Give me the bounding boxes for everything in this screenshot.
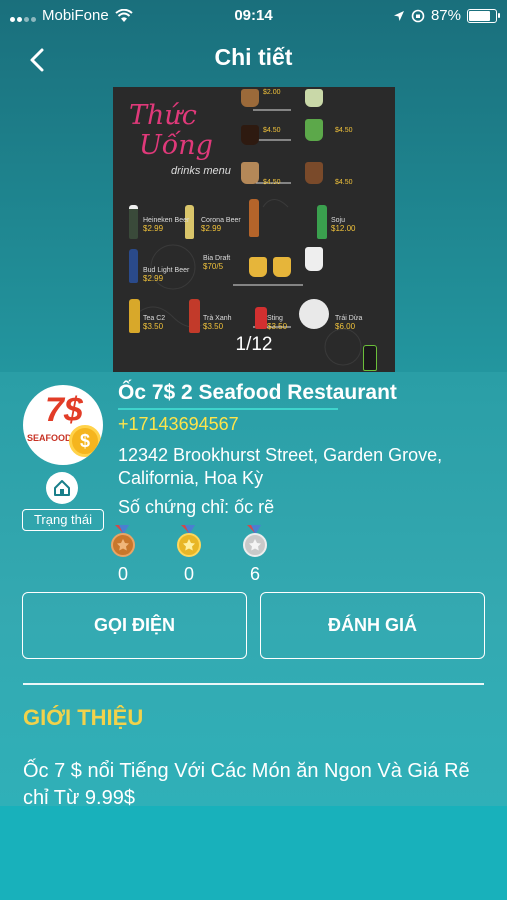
price-tag: $4.50 <box>263 127 281 134</box>
gallery-page-counter: 1/12 <box>235 334 273 355</box>
menu-title: Thức Uống <box>129 101 213 161</box>
coin-icon: $ <box>69 425 101 457</box>
menu-item: Trái Dừa $6.00 <box>335 315 363 331</box>
beer-bottle <box>249 199 259 237</box>
section-divider <box>23 683 484 685</box>
drink-cup <box>241 89 259 107</box>
drink-cup <box>241 125 259 145</box>
coconut-drink <box>299 299 329 329</box>
menu-item: Sting $3.50 <box>267 315 288 331</box>
gold-medal-icon <box>177 525 201 557</box>
home-button[interactable] <box>46 472 78 504</box>
certificate-number: Số chứng chỉ: ốc rẽ <box>118 497 275 517</box>
logo-text: 7$ <box>45 391 83 429</box>
restaurant-address: 12342 Brookhurst Street, Garden Grove, C… <box>118 445 443 488</box>
review-button[interactable]: ĐÁNH GIÁ <box>260 592 485 659</box>
silver-medal-icon <box>243 525 267 557</box>
menu-title-line1: Thức <box>129 100 197 131</box>
page-title: Chi tiết <box>214 44 293 70</box>
restaurant-phone[interactable]: +17143694567 <box>118 414 239 435</box>
bronze-medal-icon <box>111 525 135 557</box>
menu-subtitle: drinks menu <box>171 165 231 177</box>
beer-bottle <box>129 205 138 239</box>
status-bar: MobiFone 09:14 87% <box>0 0 507 32</box>
menu-title-line2: Uống <box>139 130 213 161</box>
menu-item: Trà Xanh $3.50 <box>203 315 232 331</box>
battery-fill <box>469 10 490 21</box>
home-icon <box>54 480 70 496</box>
rotation-lock-icon <box>411 9 425 22</box>
drink-can <box>255 307 267 329</box>
call-button[interactable]: GỌI ĐIỆN <box>22 592 247 659</box>
intro-text: Ốc 7 $ nổi Tiếng Với Các Món ăn Ngon Và … <box>23 760 470 809</box>
drink-cup <box>241 162 259 184</box>
gold-medal-count: 0 <box>183 564 194 584</box>
location-icon <box>393 10 404 21</box>
price-tag: $4.50 <box>335 127 353 134</box>
restaurant-name: Ốc 7$ 2 Seafood Restaurant <box>118 381 397 404</box>
price-tag: $4.50 <box>335 179 353 186</box>
menu-item: Bud Light Beer $2.99 <box>143 267 190 283</box>
drink-cup <box>305 162 323 184</box>
battery-icon <box>467 8 500 23</box>
gallery-image[interactable]: Thức Uống drinks menu $2.00 $4.50 $4.50 … <box>113 87 395 372</box>
bronze-medal-count: 0 <box>117 564 128 584</box>
beer-bottle <box>129 249 138 283</box>
price-tag: $4.50 <box>263 179 281 186</box>
restaurant-logo: 7$ SEAFOOD $ <box>23 385 103 465</box>
price-tag: $2.00 <box>263 89 281 96</box>
menu-item: Bia Draft $70/5 <box>203 255 231 271</box>
drink-cup <box>305 89 323 107</box>
status-button[interactable]: Trạng thái <box>22 509 104 531</box>
battery-percent: 87% <box>430 7 461 24</box>
drink-glass <box>305 247 323 271</box>
name-underline <box>118 408 338 410</box>
tea-bottle <box>129 299 140 333</box>
tea-bottle <box>189 299 200 333</box>
menu-item: Heineken Beer $2.99 <box>143 217 190 233</box>
footer-background <box>0 806 507 900</box>
navigation-bar: Chi tiết <box>0 36 507 80</box>
silver-medal-count: 6 <box>249 564 260 584</box>
beer-mug <box>273 257 291 277</box>
menu-item: Corona Beer $2.99 <box>201 217 241 233</box>
soju-bottle <box>317 205 327 239</box>
drink-cup <box>305 119 323 141</box>
intro-heading: GIỚI THIỆU <box>23 705 144 730</box>
logo-seafood-text: SEAFOOD <box>27 433 72 443</box>
menu-item: Soju $12.00 <box>331 217 356 233</box>
menu-item: Tea C2 $3.50 <box>143 315 166 331</box>
beer-mug <box>249 257 267 277</box>
